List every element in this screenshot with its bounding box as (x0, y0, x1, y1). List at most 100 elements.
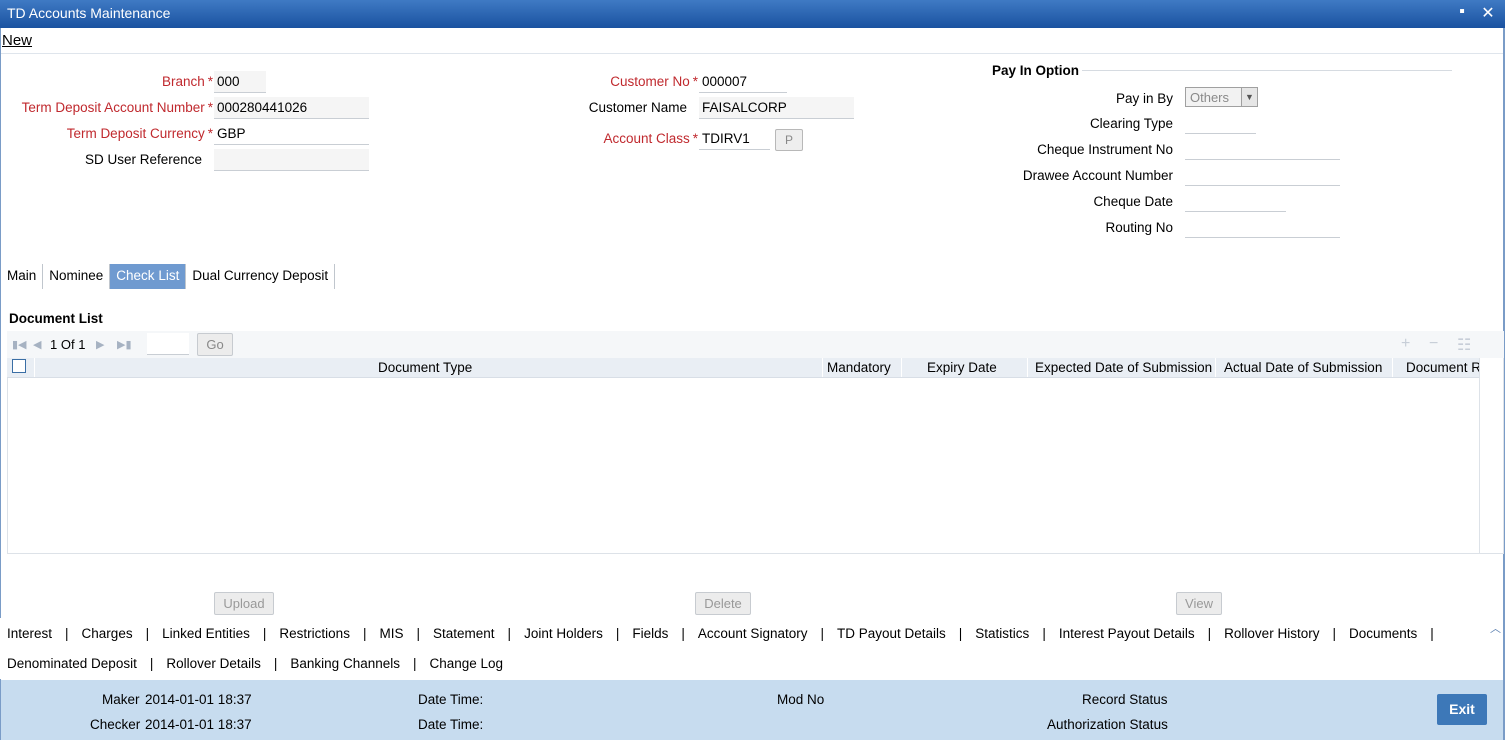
link-interest[interactable]: Interest (7, 626, 52, 641)
previous-page-icon[interactable]: ◀ (33, 338, 41, 351)
branch-field[interactable]: 000 (214, 71, 266, 93)
maker-date-time-label: Date Time: (418, 692, 484, 707)
column-actual-date-of-submission[interactable]: Actual Date of Submission (1224, 360, 1382, 375)
customer-name-field[interactable]: FAISALCORP (699, 97, 854, 119)
links-row-2: Denominated Deposit | Rollover Details | Ban… (7, 656, 503, 671)
link-statistics[interactable]: Statistics (975, 626, 1029, 641)
link-interest-payout-details[interactable]: Interest Payout Details (1059, 626, 1195, 641)
column-document-type[interactable]: Document Type (378, 360, 472, 375)
td-currency-label: Term Deposit Currency * (66, 126, 213, 141)
title-bar: TD Accounts Maintenance ▪ ✕ (0, 0, 1505, 28)
grid-scroll-edge (1479, 358, 1480, 554)
customer-name-label: Customer Name (588, 100, 687, 115)
maker-value: 2014-01-01 18:37 (145, 692, 252, 707)
sd-user-reference-field[interactable] (214, 149, 369, 171)
link-statement[interactable]: Statement (433, 626, 495, 641)
link-separator: | (145, 626, 150, 641)
column-expected-date-of-submission[interactable]: Expected Date of Submission (1035, 360, 1212, 375)
close-icon[interactable]: ✕ (1478, 3, 1498, 23)
exit-button[interactable]: Exit (1437, 694, 1487, 725)
account-class-lookup-button[interactable]: P (775, 129, 803, 151)
delete-row-icon[interactable]: − (1429, 335, 1438, 353)
new-link[interactable]: New (2, 32, 32, 49)
cheque-instrument-no-field[interactable] (1185, 138, 1340, 160)
single-view-icon[interactable]: ☷ (1457, 335, 1471, 355)
tab-check-list[interactable]: Check List (110, 264, 187, 289)
td-account-number-label: Term Deposit Account Number * (21, 100, 213, 115)
document-list-title: Document List (9, 311, 103, 326)
td-account-number-field[interactable]: 000280441026 (214, 97, 369, 119)
links-row-1: Interest | Charges | Linked Entities | Restric… (7, 626, 1447, 641)
link-denominated-deposit[interactable]: Denominated Deposit (7, 656, 137, 671)
link-separator: | (615, 626, 620, 641)
link-linked-entities[interactable]: Linked Entities (162, 626, 250, 641)
link-documents[interactable]: Documents (1349, 626, 1417, 641)
link-change-log[interactable]: Change Log (430, 656, 504, 671)
cheque-date-label: Cheque Date (1093, 194, 1173, 209)
account-class-label: Account Class * (603, 131, 698, 146)
link-fields[interactable]: Fields (632, 626, 668, 641)
routing-no-label: Routing No (1105, 220, 1173, 235)
customer-no-field[interactable]: 000007 (699, 71, 787, 93)
customer-no-label: Customer No * (610, 74, 698, 89)
minimize-icon[interactable]: ▪ (1452, 3, 1472, 21)
link-charges[interactable]: Charges (82, 626, 133, 641)
upload-button[interactable]: Upload (214, 592, 274, 615)
link-rollover-history[interactable]: Rollover History (1224, 626, 1319, 641)
account-class-field[interactable]: TDIRV1 (699, 128, 770, 150)
link-separator: | (507, 626, 512, 641)
clearing-type-field[interactable] (1185, 112, 1256, 134)
link-separator: | (273, 656, 278, 671)
first-page-icon[interactable]: ▮◀ (12, 338, 27, 351)
pay-in-by-select[interactable]: Others ▼ (1185, 87, 1258, 107)
td-currency-field[interactable]: GBP (214, 123, 369, 145)
chevron-up-icon[interactable]: ︿ (1490, 620, 1501, 636)
drawee-account-number-field[interactable] (1185, 164, 1340, 186)
chevron-down-icon: ▼ (1241, 88, 1257, 106)
mod-no-label: Mod No (777, 692, 825, 707)
link-separator: | (412, 656, 417, 671)
drawee-account-number-label: Drawee Account Number (1022, 168, 1173, 183)
link-separator: | (681, 626, 685, 641)
last-page-icon[interactable]: ▶▮ (117, 338, 132, 351)
link-separator: | (820, 626, 824, 641)
select-all-checkbox[interactable] (12, 359, 26, 373)
link-banking-channels[interactable]: Banking Channels (290, 656, 400, 671)
column-expiry-date[interactable]: Expiry Date (927, 360, 997, 375)
cheque-date-field[interactable] (1185, 190, 1286, 212)
branch-label: Branch * (161, 74, 213, 89)
clearing-type-label: Clearing Type (1089, 116, 1173, 131)
tab-bar: Main Nominee Check List Dual Currency De… (1, 264, 336, 289)
next-page-icon[interactable]: ▶ (96, 338, 104, 351)
pay-in-option-title: Pay In Option (992, 63, 1080, 78)
cheque-instrument-no-label: Cheque Instrument No (1037, 142, 1173, 157)
view-button[interactable]: View (1176, 592, 1222, 615)
tab-main[interactable]: Main (1, 264, 44, 289)
link-account-signatory[interactable]: Account Signatory (698, 626, 808, 641)
pager-current: 1 (50, 337, 58, 352)
link-separator: | (65, 626, 69, 641)
column-mandatory[interactable]: Mandatory (827, 360, 891, 375)
page-number-input[interactable] (147, 333, 189, 355)
go-button[interactable]: Go (197, 333, 233, 356)
tab-dual-currency-deposit[interactable]: Dual Currency Deposit (186, 264, 336, 289)
link-restrictions[interactable]: Restrictions (279, 626, 350, 641)
pager-total: 1 (78, 337, 86, 352)
link-separator: | (416, 626, 420, 641)
link-separator: | (1207, 626, 1212, 641)
record-status-label: Record Status (1082, 692, 1168, 707)
delete-button[interactable]: Delete (695, 592, 751, 615)
tab-nominee[interactable]: Nominee (43, 264, 111, 289)
link-separator: | (362, 626, 367, 641)
link-joint-holders[interactable]: Joint Holders (524, 626, 603, 641)
routing-no-field[interactable] (1185, 216, 1340, 238)
link-mis[interactable]: MIS (379, 626, 403, 641)
link-rollover-details[interactable]: Rollover Details (166, 656, 261, 671)
pager-of: Of (60, 337, 75, 352)
link-td-payout-details[interactable]: TD Payout Details (837, 626, 946, 641)
sd-user-reference-label: SD User Reference (84, 152, 202, 167)
pay-in-by-value: Others (1190, 90, 1230, 105)
subsystem-links: Interest | Charges | Linked Entities | Restric… (0, 618, 1503, 679)
column-document-remarks[interactable]: Document R (1406, 360, 1479, 375)
add-row-icon[interactable]: + (1401, 335, 1410, 353)
